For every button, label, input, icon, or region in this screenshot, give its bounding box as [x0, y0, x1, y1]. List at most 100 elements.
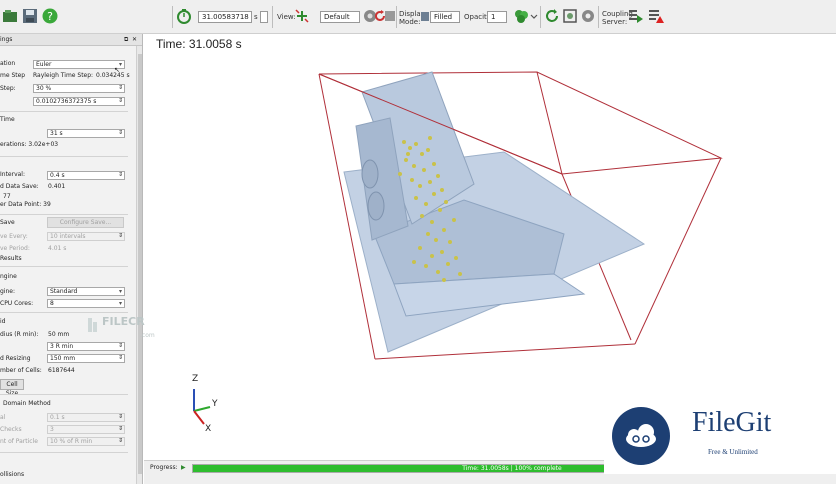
simulator-settings-panel: ings ⧉ ✕ ation Euler ↖ me Step Rayleigh … — [0, 34, 143, 484]
toolbar-separator — [172, 6, 173, 28]
total-time-input[interactable]: 31 s — [47, 129, 125, 138]
divider — [0, 156, 128, 157]
cells-label: mber of Cells: — [0, 367, 42, 374]
data-count-value: 77 — [3, 193, 11, 200]
timestep-icon[interactable] — [176, 8, 192, 24]
filegit-sub: Free & Unlimited — [708, 448, 758, 456]
divider — [0, 214, 128, 215]
coupling-start-icon[interactable] — [628, 8, 644, 24]
fixed-step-percent[interactable]: 30 % — [33, 84, 125, 93]
coupling-warning-icon[interactable] — [648, 8, 664, 24]
3d-viewport[interactable]: Time: 31.0058 s Z Y X — [144, 34, 836, 460]
configure-save-button[interactable]: Configure Save... — [47, 217, 124, 228]
toolbar-separator — [396, 6, 397, 28]
toolbar-separator — [272, 6, 273, 28]
toolbar-separator — [598, 6, 599, 28]
time-unit: s — [254, 13, 258, 21]
view-select[interactable]: Default — [320, 11, 360, 23]
particles-color-icon[interactable] — [513, 8, 529, 24]
collisions-header: ollisions — [0, 471, 25, 478]
save-icon[interactable] — [22, 8, 38, 24]
help-icon[interactable]: ? — [42, 8, 58, 24]
fixed-step-seconds[interactable]: 0.0102736372375 s — [33, 97, 125, 106]
view-label: View: — [277, 13, 296, 21]
toolbar: ? 31.00583718 s View: Default Display Mo… — [0, 0, 836, 34]
time-input[interactable]: 31.00583718 — [198, 11, 252, 23]
divider — [0, 111, 128, 112]
panel-header: ings ⧉ ✕ — [0, 34, 142, 46]
panel-scrollbar[interactable] — [136, 46, 142, 484]
play-icon[interactable]: ▶ — [181, 464, 186, 472]
axis-y-label: Y — [212, 399, 218, 409]
resizing-label: d Resizing — [0, 355, 31, 362]
fixed-step-label: Step: — [0, 85, 16, 92]
svg-text:?: ? — [47, 10, 53, 23]
per-data-point-text: er Data Point: 39 — [0, 201, 51, 208]
close-panel-icon[interactable]: ✕ — [132, 36, 137, 44]
display-mode-label-2: Mode: — [399, 18, 421, 26]
rayleigh-label: Rayleigh Time Step: — [33, 72, 94, 79]
domain-option-3-input[interactable]: 10 % of R min — [47, 437, 125, 446]
axes-view-icon[interactable] — [294, 8, 310, 24]
domain-option-2-label: Checks — [0, 426, 22, 433]
save-every-input[interactable]: 10 intervals — [47, 232, 125, 241]
rayleigh-value: 0.034245 s — [96, 72, 130, 79]
cpu-cores-label: CPU Cores: — [0, 300, 34, 307]
grid-cell-size-input[interactable]: 3 R min — [47, 342, 125, 351]
display-mode-select[interactable]: Filled — [430, 11, 460, 23]
domain-option-1-input[interactable]: 0.1 s — [47, 413, 125, 422]
divider — [0, 394, 128, 395]
save-interval-label: Interval: — [0, 171, 25, 178]
filecr-sub: .com — [140, 332, 155, 339]
engine-label: gine: — [0, 288, 15, 295]
panel-title: ings — [0, 36, 13, 43]
opacity-input[interactable]: 1 — [487, 11, 507, 23]
fit-view-icon[interactable] — [562, 8, 578, 24]
total-time-header: Time — [0, 116, 15, 123]
save-period-value: 4.01 s — [48, 245, 67, 252]
particles-dropdown-icon[interactable] — [530, 8, 538, 24]
engine-select[interactable]: Standard — [47, 287, 125, 296]
filegit-logo-icon — [612, 407, 670, 465]
coupling-server-label-2: Server: — [602, 18, 628, 26]
filled-mode-icon — [421, 12, 429, 21]
truck-wheel — [361, 159, 379, 189]
domain-option-2-input[interactable]: 3 — [47, 425, 125, 434]
filecr-logo-icon — [88, 318, 97, 332]
scene-graphics — [193, 71, 723, 425]
save-every-label: ve Every: — [0, 233, 28, 240]
resizing-input[interactable]: 150 mm — [47, 354, 125, 363]
cells-value: 6187644 — [48, 367, 75, 374]
integration-select[interactable]: Euler — [33, 60, 125, 69]
axis-x-label: X — [205, 424, 212, 434]
filegit-text: FileGit — [692, 407, 772, 438]
open-project-icon[interactable] — [2, 8, 18, 24]
cell-size-button[interactable]: Cell Size — [0, 379, 24, 397]
iterations-text: erations: 3.02e+03 — [0, 141, 59, 148]
cpu-cores-select[interactable]: 8 — [47, 299, 125, 308]
radius-label: dius (R min): — [0, 331, 39, 338]
float-panel-icon[interactable]: ⧉ — [124, 36, 128, 44]
domain-option-1-label: al — [0, 414, 6, 421]
time-spin[interactable] — [260, 11, 268, 23]
save-period-label: ve Period: — [0, 245, 30, 252]
divider — [0, 266, 128, 267]
refresh-icon[interactable] — [544, 8, 560, 24]
save-interval-input[interactable]: 0.4 s — [47, 171, 125, 180]
integration-label: ation — [0, 60, 16, 67]
grid-header: id — [0, 318, 6, 325]
filegit-watermark: FileGit Free & Unlimited — [604, 398, 836, 474]
engine-header: ngine — [0, 273, 17, 280]
settings-gear-icon[interactable] — [580, 8, 596, 24]
data-save-label: d Data Save: — [0, 183, 39, 190]
data-save-value: 0.401 — [48, 183, 66, 190]
domain-option-3-label: nt of Particle — [0, 438, 38, 445]
divider — [0, 312, 128, 313]
truck-wheel — [367, 191, 385, 221]
time-step-label: me Step — [0, 72, 26, 79]
axis-z-label: Z — [192, 374, 199, 384]
radius-value: 50 mm — [48, 331, 70, 338]
results-header: Results — [0, 255, 22, 262]
progress-label: Progress: — [150, 464, 178, 471]
scrollbar-thumb[interactable] — [138, 54, 142, 474]
